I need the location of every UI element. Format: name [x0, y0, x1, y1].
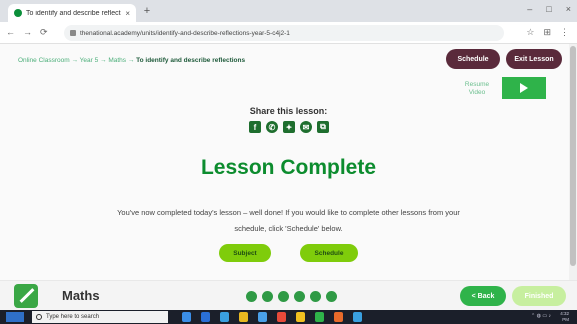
- lock-icon: [70, 30, 76, 36]
- progress-dot[interactable]: [262, 291, 273, 302]
- progress-dot[interactable]: [294, 291, 305, 302]
- taskbar-app-icon[interactable]: [182, 312, 191, 322]
- schedule-button[interactable]: Schedule: [446, 49, 500, 69]
- address-bar[interactable]: thenational.academy/units/identify-and-d…: [64, 25, 504, 41]
- copy-link-icon[interactable]: ⧉: [317, 121, 329, 133]
- progress-dot[interactable]: [246, 291, 257, 302]
- back-arrow-icon[interactable]: ←: [6, 27, 15, 38]
- taskbar-search[interactable]: Type here to search: [32, 311, 168, 323]
- forward-arrow-icon[interactable]: →: [23, 27, 32, 38]
- resume-video-button[interactable]: [502, 77, 546, 99]
- taskbar-clock[interactable]: 4:32 PM: [555, 311, 569, 323]
- clock-time: 4:32 PM: [560, 311, 569, 322]
- tab-close-icon[interactable]: ×: [125, 9, 130, 18]
- maths-icon-stroke: [19, 288, 35, 303]
- lesson-page: Online Classroom → Year 5 → Maths → To i…: [0, 44, 577, 298]
- nav-buttons: ← → ⟳: [0, 27, 48, 38]
- share-title: Share this lesson:: [249, 106, 328, 116]
- whatsapp-icon[interactable]: ✆: [266, 121, 278, 133]
- extensions-icon[interactable]: ⊞: [543, 27, 551, 38]
- browser-tab[interactable]: To identify and describe reflections ×: [8, 4, 136, 22]
- resume-video-label: Resume Video: [464, 81, 490, 96]
- taskbar-app-icon[interactable]: [239, 312, 248, 322]
- play-icon: [520, 83, 528, 93]
- minimize-button[interactable]: –: [527, 4, 532, 14]
- browser-tab-strip: To identify and describe reflections × +…: [0, 0, 577, 22]
- subject-button[interactable]: Subject: [219, 244, 271, 262]
- progress-dot[interactable]: [310, 291, 321, 302]
- taskbar-app-icon[interactable]: [296, 312, 305, 322]
- breadcrumb-current: To identify and describe reflections: [136, 57, 246, 64]
- maths-subject-icon: [14, 284, 38, 308]
- window-controls: – □ ×: [527, 4, 571, 14]
- taskbar-app-icon[interactable]: [258, 312, 267, 322]
- email-icon[interactable]: ✉: [300, 121, 312, 133]
- bookmark-star-icon[interactable]: ☆: [526, 27, 534, 38]
- finished-button[interactable]: Finished: [512, 286, 566, 306]
- completion-message: You've now completed today's lesson – we…: [117, 208, 460, 233]
- progress-dots: [246, 291, 337, 302]
- browser-menu-icon[interactable]: ⋮: [560, 27, 569, 38]
- progress-dot[interactable]: [278, 291, 289, 302]
- subject-name: Maths: [62, 288, 100, 303]
- windows-taskbar: Type here to search ⌃ ◍ ▭ ♪ 4:32 PM: [0, 310, 577, 324]
- start-button[interactable]: [6, 312, 24, 322]
- schedule-bottom-button[interactable]: Schedule: [300, 244, 358, 262]
- favicon-icon: [14, 9, 22, 17]
- taskbar-app-icon[interactable]: [353, 312, 362, 322]
- taskbar-search-placeholder: Type here to search: [46, 314, 100, 320]
- close-window-button[interactable]: ×: [566, 4, 571, 14]
- taskbar-app-icon[interactable]: [334, 312, 343, 322]
- search-icon: [36, 314, 42, 320]
- scrollbar-thumb[interactable]: [570, 46, 576, 266]
- tab-title: To identify and describe reflections: [26, 9, 121, 17]
- extension-icons: ☆ ⊞ ⋮: [526, 27, 569, 38]
- facebook-icon[interactable]: f: [249, 121, 261, 133]
- breadcrumb-path[interactable]: Online Classroom → Year 5 → Maths →: [18, 57, 136, 64]
- taskbar-app-icon[interactable]: [201, 312, 210, 322]
- maximize-button[interactable]: □: [546, 4, 551, 14]
- taskbar-apps: [182, 312, 362, 322]
- back-button[interactable]: < Back: [460, 286, 506, 306]
- reload-icon[interactable]: ⟳: [40, 27, 48, 38]
- url-text: thenational.academy/units/identify-and-d…: [80, 29, 290, 37]
- share-icons: f ✆ ✦ ✉ ⧉: [249, 121, 329, 133]
- taskbar-app-icon[interactable]: [315, 312, 324, 322]
- page-title: Lesson Complete: [200, 156, 377, 179]
- lesson-bar: Maths < Back Finished: [0, 280, 577, 310]
- browser-toolbar: ← → ⟳ thenational.academy/units/identify…: [0, 22, 577, 44]
- new-tab-button[interactable]: +: [140, 5, 154, 17]
- taskbar-app-icon[interactable]: [277, 312, 286, 322]
- page-scrollbar[interactable]: [569, 44, 577, 280]
- taskbar-app-icon[interactable]: [220, 312, 229, 322]
- breadcrumb: Online Classroom → Year 5 → Maths → To i…: [18, 57, 245, 64]
- progress-dot[interactable]: [326, 291, 337, 302]
- system-tray[interactable]: ⌃ ◍ ▭ ♪: [531, 313, 551, 319]
- twitter-icon[interactable]: ✦: [283, 121, 295, 133]
- exit-lesson-button[interactable]: Exit Lesson: [506, 49, 562, 69]
